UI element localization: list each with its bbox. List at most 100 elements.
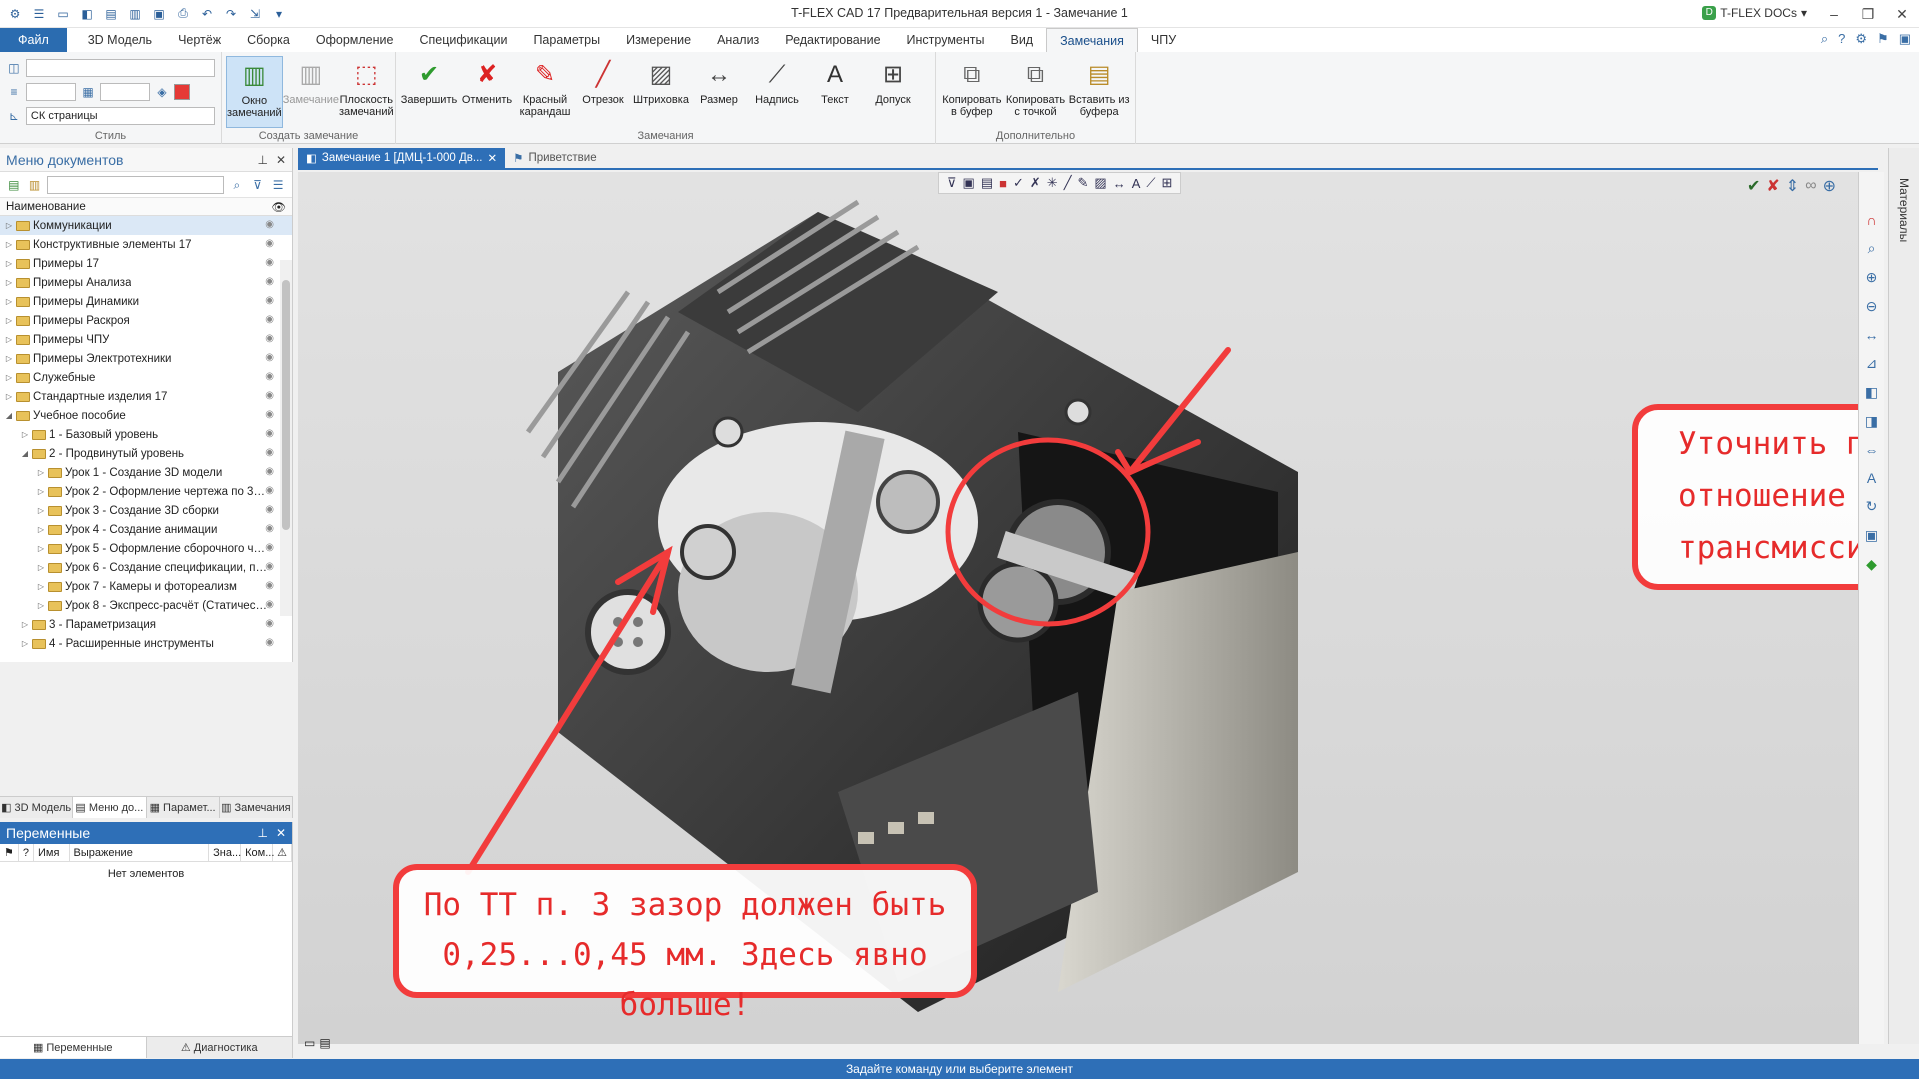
gear-icon[interactable]: ⚙ — [1855, 31, 1867, 47]
tab-tools[interactable]: Инструменты — [894, 28, 998, 52]
visibility-icon[interactable]: ◉ — [265, 485, 274, 496]
visibility-icon[interactable]: ◉ — [265, 371, 274, 382]
expand-icon[interactable]: ▷ — [36, 525, 46, 534]
close-icon[interactable]: ✕ — [276, 826, 286, 840]
expand-icon[interactable]: ▷ — [4, 392, 14, 401]
col-value[interactable]: Зна... — [209, 843, 241, 862]
tree-item[interactable]: ▷ 1 - Базовый уровень ◉ — [0, 425, 292, 444]
expand-icon[interactable]: ▷ — [4, 240, 14, 249]
save-icon[interactable]: ▣ — [150, 5, 168, 23]
cancel-button[interactable]: ✘ Отменить — [458, 56, 516, 128]
visibility-icon[interactable]: ◉ — [265, 295, 274, 306]
help-icon[interactable]: ? — [1838, 31, 1845, 47]
tab-assembly[interactable]: Сборка — [234, 28, 303, 52]
add-folder-icon[interactable]: ▤ — [6, 177, 22, 193]
expand-icon[interactable]: ▷ — [36, 582, 46, 591]
annotation-gear-ratio[interactable]: Уточнить передаточное отношение зубчатых… — [1632, 404, 1858, 590]
column-header[interactable]: Наименование 👁 — [0, 198, 292, 216]
remarks-plane-button[interactable]: ⬚ Плоскость замечаний — [339, 56, 394, 128]
visibility-icon[interactable]: ◉ — [265, 618, 274, 629]
tab-diagnostics[interactable]: ⚠ Диагностика — [147, 1037, 293, 1058]
export-icon[interactable]: ⇲ — [246, 5, 264, 23]
paste-button[interactable]: ▤ Вставить из буфера — [1067, 56, 1131, 128]
collapse-icon[interactable]: ◢ — [20, 449, 30, 458]
tab-parameters[interactable]: Параметры — [520, 28, 613, 52]
tab-analysis[interactable]: Анализ — [704, 28, 772, 52]
visibility-icon[interactable]: ◉ — [265, 599, 274, 610]
visibility-icon[interactable]: ◉ — [265, 257, 274, 268]
customize-icon[interactable]: ▾ — [270, 5, 288, 23]
zoom-icon[interactable]: ⌕ — [1868, 240, 1876, 257]
visibility-icon[interactable]: ◉ — [265, 504, 274, 515]
red-pencil-button[interactable]: ✎ Красный карандаш — [516, 56, 574, 128]
tree-item[interactable]: ▷ Урок 8 - Экспресс-расчёт (Статическая п… — [0, 596, 292, 615]
visibility-icon[interactable]: ◉ — [265, 352, 274, 363]
snap-icon[interactable]: ⊿ — [1866, 355, 1878, 372]
expand-icon[interactable]: ▷ — [4, 373, 14, 382]
tab-document-menu[interactable]: ▤ Меню до... — [73, 797, 147, 818]
magnet-icon[interactable]: ∩ — [1866, 212, 1876, 228]
expand-icon[interactable]: ▷ — [36, 487, 46, 496]
zoom-in-icon[interactable]: ⊕ — [1866, 269, 1878, 286]
coordinate-system-select[interactable]: СК страницы — [25, 107, 215, 125]
3d-viewport[interactable]: ⊽ ▣ ▤ ■ ✓ ✗ ✳ ╱ ✎ ▨ ↔ A ⟋ ⊞ ✔ ✘ ⇕ ∞ ⊕ Ут… — [298, 172, 1858, 1044]
doc-tab-welcome[interactable]: ⚑ Приветствие — [505, 148, 604, 168]
doc-tab-remark-1[interactable]: ◧ Замечание 1 [ДМЦ-1-000 Дв... ✕ — [298, 148, 506, 168]
tab-editing[interactable]: Редактирование — [772, 28, 893, 52]
tab-specifications[interactable]: Спецификации — [406, 28, 520, 52]
tree-item[interactable]: ▷ Примеры Раскроя ◉ — [0, 311, 292, 330]
expand-icon[interactable]: ▷ — [20, 639, 30, 648]
tree-item[interactable]: ▷ Примеры Динамики ◉ — [0, 292, 292, 311]
visibility-icon[interactable]: ◉ — [265, 219, 274, 230]
pin-icon[interactable]: ⊥ — [257, 826, 267, 840]
tree-item[interactable]: ▷ 4 - Расширенные инструменты ◉ — [0, 634, 292, 653]
visibility-icon[interactable]: ◉ — [265, 409, 274, 420]
new-3d-icon[interactable]: ◧ — [78, 5, 96, 23]
new-document-icon[interactable]: ▭ — [54, 5, 72, 23]
visibility-icon[interactable]: ◉ — [265, 238, 274, 249]
tab-3d-model[interactable]: 3D Модель — [75, 28, 165, 52]
section-icon[interactable]: ◨ — [1865, 413, 1878, 430]
color-icon[interactable]: ◆ — [1866, 556, 1877, 573]
tab-drawing[interactable]: Чертёж — [165, 28, 234, 52]
tree-item[interactable]: ▷ Урок 5 - Оформление сборочного черте...… — [0, 539, 292, 558]
remark-button[interactable]: ▥ Замечание — [283, 56, 339, 128]
tab-parameters-panel[interactable]: ▦ Парамет... — [147, 797, 220, 818]
col-comment[interactable]: Ком... — [241, 843, 274, 862]
measure-icon[interactable]: ↔ — [1865, 327, 1879, 343]
menu-icon[interactable]: ☰ — [30, 5, 48, 23]
align-icon[interactable]: ⇔ — [1865, 442, 1879, 458]
tree-item[interactable]: ▷ Урок 2 - Оформление чертежа по 3D мод..… — [0, 482, 292, 501]
tflex-docs-menu[interactable]: D T-FLEX DOCs ▾ — [1702, 6, 1807, 20]
line-width-field[interactable] — [26, 83, 76, 101]
expand-icon[interactable]: ▷ — [36, 563, 46, 572]
tree-item[interactable]: ▷ Примеры Электротехники ◉ — [0, 349, 292, 368]
tree-item[interactable]: ▷ Служебные ◉ — [0, 368, 292, 387]
tree-item[interactable]: ▷ Урок 4 - Создание анимации ◉ — [0, 520, 292, 539]
rotate-icon[interactable]: ↻ — [1866, 498, 1878, 515]
tree-item[interactable]: ▷ Урок 7 - Камеры и фотореализм ◉ — [0, 577, 292, 596]
tab-3d-model-panel[interactable]: ◧ 3D Модель — [0, 797, 74, 818]
collapse-icon[interactable]: ◢ — [4, 411, 14, 420]
color-swatch[interactable] — [174, 84, 190, 100]
visibility-icon[interactable]: ◉ — [265, 542, 274, 553]
tree-item[interactable]: ▷ Примеры ЧПУ ◉ — [0, 330, 292, 349]
label-button[interactable]: ⟋ Надпись — [748, 56, 806, 128]
expand-icon[interactable]: ▷ — [20, 430, 30, 439]
col-question[interactable]: ? — [19, 843, 34, 862]
materials-side-tab[interactable]: Материалы — [1888, 148, 1919, 1044]
text-icon[interactable]: A — [1867, 470, 1876, 486]
visibility-icon[interactable]: ◉ — [265, 637, 274, 648]
visibility-icon[interactable]: ◉ — [265, 580, 274, 591]
filter-icon[interactable]: ⊽ — [250, 177, 266, 193]
tree-item[interactable]: ▷ Примеры Анализа ◉ — [0, 273, 292, 292]
visibility-icon[interactable]: ◉ — [265, 523, 274, 534]
expand-icon[interactable]: ▷ — [4, 316, 14, 325]
expand-icon[interactable]: ▷ — [4, 297, 14, 306]
tree-item[interactable]: ▷ Коммуникации ◉ — [0, 216, 292, 235]
visibility-icon[interactable]: ◉ — [265, 466, 274, 477]
expand-icon[interactable]: ▷ — [20, 620, 30, 629]
tree-item[interactable]: ▷ Примеры 17 ◉ — [0, 254, 292, 273]
tab-file[interactable]: Файл — [0, 28, 67, 52]
segment-button[interactable]: ╱ Отрезок — [574, 56, 632, 128]
